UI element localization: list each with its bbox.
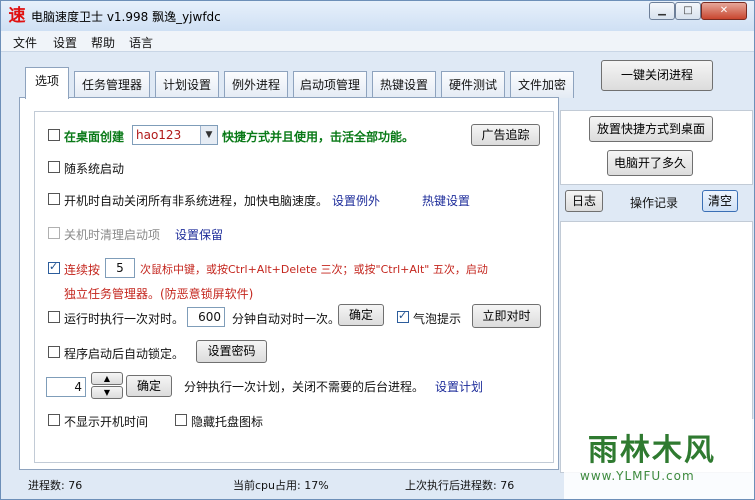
arrow-up-icon: ▲ xyxy=(103,374,111,383)
close-button[interactable]: ✕ xyxy=(701,2,747,20)
process-count: 进程数: 76 xyxy=(28,479,83,492)
watermark: 雨林木风 www.YLMFU.com xyxy=(564,419,754,499)
close-nonsystem-checkbox[interactable] xyxy=(48,193,60,205)
minimize-button[interactable]: ▁ xyxy=(649,2,675,20)
last-process-count: 上次执行后进程数: 76 xyxy=(405,479,515,492)
set-exception-link[interactable]: 设置例外 xyxy=(332,192,380,209)
tab-exceptions[interactable]: 例外进程 xyxy=(224,71,288,98)
ad-tracking-button[interactable]: 广告追踪 xyxy=(471,124,540,146)
mouse-prefix-label: 连续按 xyxy=(64,263,101,277)
mouse-hotkey-checkbox[interactable] xyxy=(48,260,60,274)
plan-text-label: 分钟执行一次计划，关闭不需要的后台进程。 xyxy=(184,380,425,394)
log-button[interactable]: 日志 xyxy=(565,190,603,212)
menu-help[interactable]: 帮助 xyxy=(91,34,115,51)
desktop-suffix: 快捷方式并且使用，击活全部功能。 xyxy=(222,130,415,144)
menu-language[interactable]: 语言 xyxy=(129,34,153,51)
hotkey-settings-link[interactable]: 热键设置 xyxy=(422,192,470,209)
plan-up-button[interactable]: ▲ xyxy=(91,372,123,385)
watermark-url: www.YLMFU.com xyxy=(580,469,695,483)
clear-button[interactable]: 清空 xyxy=(702,190,738,212)
tab-options[interactable]: 选项 xyxy=(25,67,69,99)
auto-lock-checkbox[interactable] xyxy=(48,346,60,358)
clean-startup-label: 关机时清理启动项 xyxy=(64,228,161,242)
maximize-button[interactable]: □ xyxy=(675,2,701,20)
arrow-down-icon: ▼ xyxy=(103,388,111,397)
time-sync-checkbox[interactable] xyxy=(48,311,60,323)
operation-log-label: 操作记录 xyxy=(630,196,679,210)
title-bar: 速 电脑速度卫士 v1.998 飘逸_yjwfdc ▁ □ ✕ xyxy=(1,1,754,31)
autostart-checkbox[interactable] xyxy=(48,161,60,173)
menu-settings[interactable]: 设置 xyxy=(53,34,77,51)
uptime-button[interactable]: 电脑开了多久 xyxy=(607,150,693,176)
tab-hotkeys[interactable]: 热键设置 xyxy=(372,71,436,98)
menu-file[interactable]: 文件 xyxy=(13,34,37,51)
shortcut-select[interactable]: hao123 ▼ xyxy=(132,125,218,145)
hide-tray-checkbox[interactable] xyxy=(175,414,187,426)
bubble-tip-checkbox[interactable] xyxy=(397,309,409,323)
set-password-button[interactable]: 设置密码 xyxy=(196,340,267,363)
mouse-count-input[interactable]: 5 xyxy=(105,258,135,278)
tab-schedule[interactable]: 计划设置 xyxy=(155,71,219,98)
tab-task-manager[interactable]: 任务管理器 xyxy=(74,71,150,98)
close-processes-button[interactable]: 一键关闭进程 xyxy=(601,60,713,91)
sync-ok-button[interactable]: 确定 xyxy=(338,304,384,326)
tab-startup-manager[interactable]: 启动项管理 xyxy=(293,71,367,98)
desktop-shortcut-checkbox[interactable] xyxy=(48,129,60,141)
autostart-label: 随系统启动 xyxy=(64,162,125,176)
close-nonsystem-label: 开机时自动关闭所有非系统进程，加快电脑速度。 xyxy=(64,194,329,208)
shortcut-select-value: hao123 xyxy=(136,128,182,142)
app-icon: 速 xyxy=(8,6,26,26)
plan-minutes-input[interactable]: 4 xyxy=(46,377,86,397)
set-plan-link[interactable]: 设置计划 xyxy=(435,378,483,395)
menu-bar: 文件 设置 帮助 语言 xyxy=(1,31,754,52)
chevron-down-icon[interactable]: ▼ xyxy=(200,126,217,144)
tab-hardware-test[interactable]: 硬件测试 xyxy=(441,71,505,98)
window-title: 电脑速度卫士 v1.998 飘逸_yjwfdc xyxy=(31,10,221,24)
time-sync-label: 运行时执行一次对时。 xyxy=(64,312,185,326)
clean-startup-checkbox[interactable] xyxy=(48,227,60,239)
app-window: 速 电脑速度卫士 v1.998 飘逸_yjwfdc ▁ □ ✕ 文件 设置 帮助… xyxy=(0,0,755,500)
auto-lock-label: 程序启动后自动锁定。 xyxy=(64,347,185,361)
bubble-tip-label: 气泡提示 xyxy=(413,312,462,326)
hide-tray-label: 隐藏托盘图标 xyxy=(191,415,264,429)
watermark-brand: 雨林木风 xyxy=(588,433,716,468)
tab-file-encrypt[interactable]: 文件加密 xyxy=(510,71,574,98)
sync-minutes-suffix: 分钟自动对时一次。 xyxy=(232,312,341,326)
plan-down-button[interactable]: ▼ xyxy=(91,386,123,399)
sync-now-button[interactable]: 立即对时 xyxy=(472,304,541,328)
cpu-usage: 当前cpu占用: 17% xyxy=(233,479,329,492)
plan-ok-button[interactable]: 确定 xyxy=(126,375,172,397)
hide-boot-time-label: 不显示开机时间 xyxy=(64,415,149,429)
desktop-label: 在桌面创建 xyxy=(64,130,125,144)
set-keep-link[interactable]: 设置保留 xyxy=(175,226,223,243)
mouse-line2-label: 独立任务管理器。(防恶意锁屏软件) xyxy=(64,287,254,301)
sync-minutes-input[interactable]: 600 xyxy=(187,307,225,327)
hide-boot-time-checkbox[interactable] xyxy=(48,414,60,426)
place-shortcut-button[interactable]: 放置快捷方式到桌面 xyxy=(589,116,713,142)
mouse-suffix-label: 次鼠标中键，或按Ctrl+Alt+Delete 三次；或按"Ctrl+Alt" … xyxy=(140,263,488,276)
